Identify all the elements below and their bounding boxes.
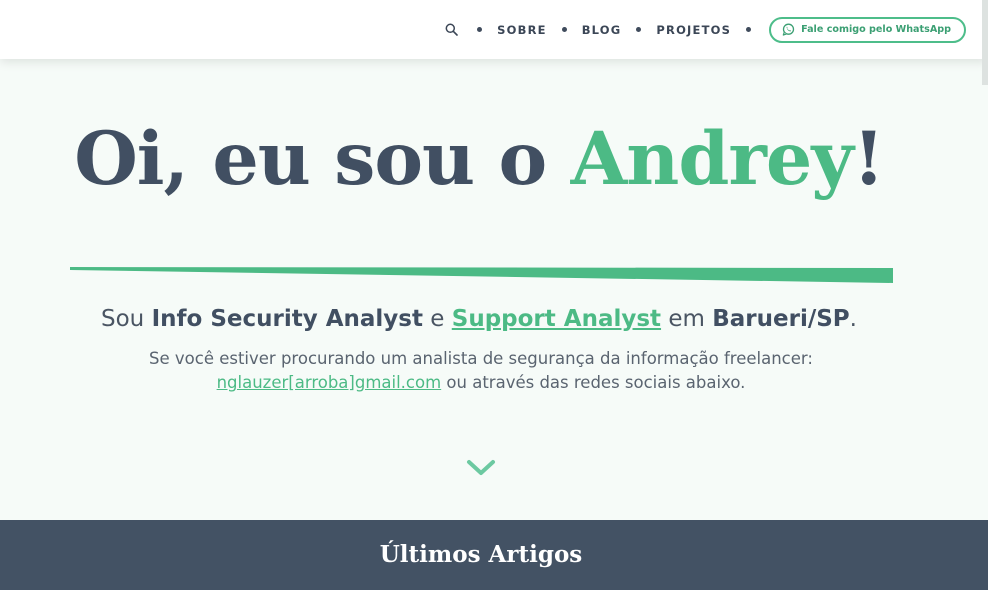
location: Barueri/SP <box>712 306 850 332</box>
nav-separator <box>636 27 642 32</box>
nav-item-blog[interactable]: BLOG <box>582 23 622 37</box>
main-nav: SOBRE BLOG PROJETOS Fale comigo pelo Wha… <box>444 0 966 59</box>
subtitle-text: e <box>422 306 452 332</box>
description-line2: ou através das redes sociais abaixo. <box>441 373 746 392</box>
subtitle-text: Sou <box>101 306 152 332</box>
email-link[interactable]: nglauzer[arroba]gmail.com <box>217 373 442 392</box>
latest-articles-title: Últimos Artigos <box>379 541 583 568</box>
nav-item-projetos[interactable]: PROJETOS <box>656 23 731 37</box>
nav-separator <box>746 27 752 32</box>
whatsapp-button[interactable]: Fale comigo pelo WhatsApp <box>769 16 966 43</box>
hero-description: Se você estiver procurando um analista d… <box>0 347 962 395</box>
search-icon[interactable] <box>444 23 458 37</box>
whatsapp-icon <box>782 23 795 36</box>
latest-articles-section: Últimos Artigos <box>0 520 988 590</box>
headline-greeting: Oi, eu sou o <box>74 116 571 202</box>
subtitle-text: . <box>849 306 857 332</box>
role-info-security: Info Security Analyst <box>151 306 423 332</box>
hero-subtitle: Sou Info Security Analyst e Support Anal… <box>0 306 958 332</box>
headline-underline <box>70 267 893 283</box>
description-line1: Se você estiver procurando um analista d… <box>149 349 813 368</box>
role-support-analyst-link[interactable]: Support Analyst <box>452 306 661 332</box>
headline-name: Andrey <box>570 116 854 202</box>
site-header: SOBRE BLOG PROJETOS Fale comigo pelo Wha… <box>0 0 988 59</box>
headline-exclamation: ! <box>852 116 885 202</box>
chevron-down-icon[interactable] <box>466 458 496 478</box>
nav-separator <box>477 27 483 32</box>
hero-headline: Oi, eu sou o Andrey! <box>0 123 958 196</box>
page-scrollbar[interactable] <box>982 0 988 85</box>
whatsapp-button-label: Fale comigo pelo WhatsApp <box>801 24 951 35</box>
nav-item-sobre[interactable]: SOBRE <box>497 23 547 37</box>
nav-separator <box>561 27 567 32</box>
subtitle-text: em <box>661 306 713 332</box>
